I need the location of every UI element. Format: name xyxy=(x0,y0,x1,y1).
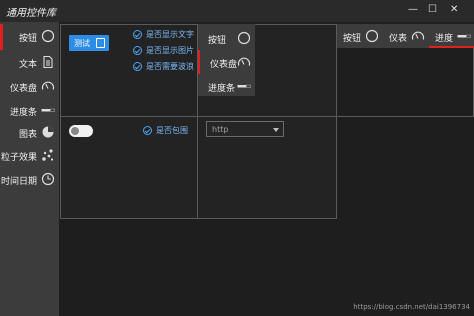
sidebar-item-label: 图表 xyxy=(18,130,37,140)
vmenu-item-button[interactable]: 按钮 xyxy=(198,26,255,50)
sidebar: 按钮 文本 仪表盘 进度条 图表 粒子效果 时间日期 xyxy=(0,22,59,316)
pie-chart-icon xyxy=(42,126,54,138)
progress-bar-icon xyxy=(237,84,251,88)
sidebar-item-gauge[interactable]: 仪表盘 xyxy=(0,74,59,100)
test-button[interactable]: 测试 xyxy=(69,35,109,51)
sidebar-item-label: 时间日期 xyxy=(0,177,37,187)
horizontal-menu: 按钮 仪表 进度 xyxy=(337,24,474,48)
sidebar-item-particles[interactable]: 粒子效果 xyxy=(0,143,59,169)
toggle-knob xyxy=(71,127,79,135)
content-area: 测试 是否显示文字 是否显示图片 是否需要波浪 按钮 仪表盘 进度条 按钮 仪表… xyxy=(59,22,474,316)
gauge-icon xyxy=(411,31,425,40)
close-button[interactable]: ✕ xyxy=(450,4,458,16)
document-icon xyxy=(43,55,53,69)
sidebar-item-label: 粒子效果 xyxy=(0,153,37,163)
sidebar-item-label: 文本 xyxy=(18,60,37,70)
sidebar-item-datetime[interactable]: 时间日期 xyxy=(0,167,59,193)
maximize-button[interactable]: ☐ xyxy=(428,4,437,16)
checkbox-label: 是否需要波浪 xyxy=(146,62,194,71)
circle-icon xyxy=(237,31,251,45)
check-circle-icon xyxy=(143,126,152,135)
toggle-demo-panel: 是否包围 xyxy=(60,116,198,219)
vmenu-item-label: 仪表盘 xyxy=(210,60,238,70)
vmenu-item-gauge[interactable]: 仪表盘 xyxy=(198,50,255,74)
vmenu-item-label: 进度条 xyxy=(208,84,236,94)
circle-icon xyxy=(365,29,379,43)
vmenu-item-progress[interactable]: 进度条 xyxy=(198,74,255,98)
checkbox-label: 是否显示文字 xyxy=(146,30,194,39)
gauge-icon xyxy=(237,57,251,66)
chevron-down-icon xyxy=(273,128,279,132)
vertical-menu: 按钮 仪表盘 进度条 xyxy=(198,24,255,96)
watermark-text: https://blog.csdn.net/dai1396734 xyxy=(353,303,470,311)
hmenu-item-gauge[interactable]: 仪表 xyxy=(383,24,429,48)
test-button-label: 测试 xyxy=(74,39,90,48)
hmenu-item-label: 进度 xyxy=(435,34,454,44)
protocol-combobox[interactable]: http xyxy=(206,121,284,137)
hmenu-item-progress[interactable]: 进度 xyxy=(429,24,474,48)
check-circle-icon xyxy=(133,46,142,55)
button-demo-panel: 测试 是否显示文字 是否显示图片 是否需要波浪 xyxy=(60,24,198,117)
toggle-switch[interactable] xyxy=(69,125,93,137)
combo-demo-panel: http xyxy=(197,116,337,219)
hmenu-item-label: 按钮 xyxy=(343,34,362,44)
combobox-value: http xyxy=(212,125,229,134)
title-bar: 通用控件库 — ☐ ✕ xyxy=(0,0,474,22)
hmenu-item-label: 仪表 xyxy=(389,34,408,44)
gauge-icon xyxy=(41,81,55,90)
checkbox-label: 是否包围 xyxy=(156,126,188,135)
sidebar-item-label: 仪表盘 xyxy=(9,84,37,94)
clock-icon xyxy=(41,172,55,186)
minimize-button[interactable]: — xyxy=(408,4,418,16)
check-circle-icon xyxy=(133,30,142,39)
hmenu-item-button[interactable]: 按钮 xyxy=(337,24,383,48)
person-icon xyxy=(96,38,105,48)
vmenu-item-label: 按钮 xyxy=(208,36,227,46)
particles-icon xyxy=(42,149,54,161)
progress-bar-icon xyxy=(41,108,55,112)
progress-bar-icon xyxy=(457,34,471,38)
sidebar-item-label: 进度条 xyxy=(9,108,37,118)
circle-icon xyxy=(41,29,55,43)
sidebar-item-text[interactable]: 文本 xyxy=(0,50,59,76)
checkbox-label: 是否显示图片 xyxy=(146,46,194,55)
app-title: 通用控件库 xyxy=(6,8,56,19)
sidebar-item-label: 按钮 xyxy=(18,34,37,44)
check-circle-icon xyxy=(133,62,142,71)
sidebar-item-button[interactable]: 按钮 xyxy=(0,24,59,50)
